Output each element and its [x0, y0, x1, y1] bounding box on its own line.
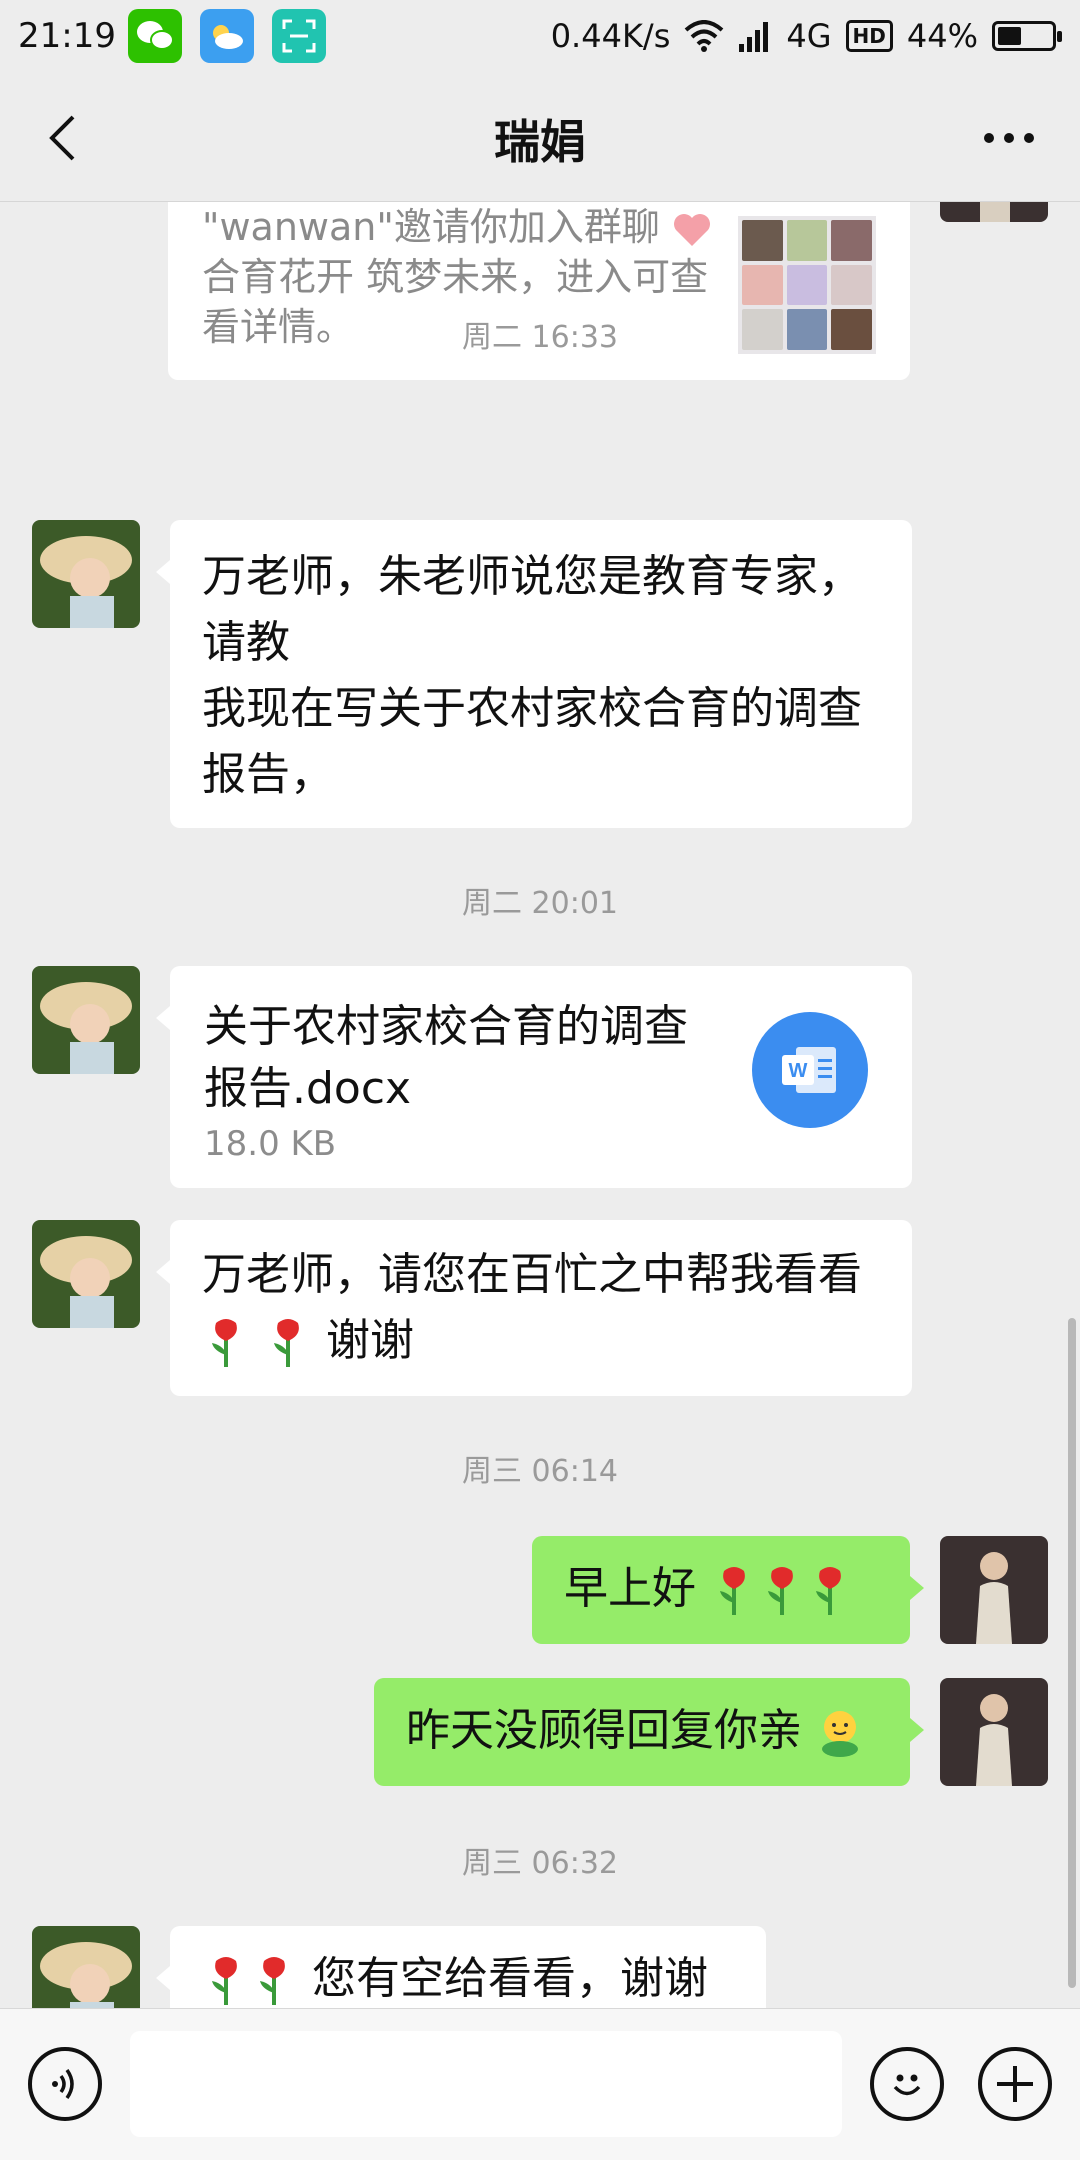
status-bar: 21:19 0.44K/s 4G HD 44%	[0, 0, 1080, 72]
message-text-line: 请教	[202, 617, 290, 668]
file-name-line: 关于农村家校合育的调查	[204, 1001, 688, 1052]
message-text: 昨天没顾得回复你亲	[406, 1705, 802, 1756]
wifi-icon	[685, 20, 724, 52]
voice-button[interactable]	[28, 2047, 102, 2121]
chat-header: 瑞娟	[0, 72, 1080, 202]
message-text-line: 报告，	[202, 749, 334, 800]
file-name: 关于农村家校合育的调查 报告.docx	[204, 996, 764, 1120]
message-text-line: 我现在写关于农村家校合育的调查	[202, 683, 862, 734]
plus-button[interactable]	[978, 2047, 1052, 2121]
message-bubble[interactable]: 您有空给看看，谢谢	[156, 1926, 766, 2008]
message-input[interactable]	[130, 2031, 842, 2137]
my-avatar[interactable]	[940, 202, 1048, 222]
rose-emoji-icon	[212, 1957, 237, 2005]
word-doc-icon: W	[752, 1012, 868, 1128]
message-timestamp: 周二 20:01	[462, 886, 618, 921]
message-timestamp: 周三 06:14	[462, 1454, 618, 1489]
message-text-line: 万老师，朱老师说您是教育专家，	[202, 551, 862, 602]
wechat-notification-icon	[127, 9, 182, 63]
file-name-line: 报告.docx	[204, 1063, 412, 1114]
voice-icon	[52, 2068, 74, 2100]
rose-emoji-icon	[274, 1319, 299, 1367]
chat-title: 瑞娟	[494, 115, 586, 169]
rose-emoji-icon	[260, 1957, 285, 2005]
my-message-bubble[interactable]: 昨天没顾得回复你亲	[374, 1678, 924, 1786]
invite-line: 合育花开 筑梦未来，进入可查	[202, 255, 709, 299]
status-time: 21:19	[18, 16, 116, 56]
input-bar	[0, 2008, 1080, 2160]
emoji-icon	[893, 2074, 921, 2096]
hug-emoji-icon	[822, 1711, 858, 1757]
invite-line: "wanwan"邀请你加入群聊	[202, 202, 712, 252]
network-speed: 0.44K/s	[550, 17, 671, 55]
contact-avatar[interactable]	[32, 1926, 140, 2008]
weather-notification-icon	[199, 9, 254, 63]
file-message-bubble[interactable]: 关于农村家校合育的调查 报告.docx 18.0 KB W	[156, 966, 912, 1188]
rose-emoji-icon	[720, 1567, 745, 1615]
rose-emoji-icon	[212, 1319, 237, 1367]
message-text: 您有空给看看，谢谢	[312, 1953, 708, 2004]
network-type: 4G	[786, 17, 832, 55]
contact-avatar[interactable]	[32, 1220, 140, 1328]
hd-badge: HD	[845, 20, 893, 52]
svg-text:W: W	[789, 1060, 808, 1082]
message-text-line: 谢谢	[202, 1308, 880, 1374]
file-size: 18.0 KB	[204, 1124, 337, 1164]
contact-avatar[interactable]	[32, 520, 140, 628]
heart-icon	[673, 213, 710, 246]
message-text: 早上好	[564, 1563, 696, 1614]
message-timestamp: 周二 16:33	[462, 320, 618, 355]
battery-icon	[992, 21, 1062, 51]
my-avatar[interactable]	[940, 1536, 1048, 1644]
my-avatar[interactable]	[940, 1678, 1048, 1786]
message-text: 谢谢	[326, 1315, 414, 1366]
signal-icon	[739, 22, 769, 52]
more-icon	[984, 133, 1034, 143]
battery-percent: 44%	[906, 17, 978, 55]
scan-notification-icon	[271, 9, 326, 63]
plus-icon	[997, 2066, 1033, 2102]
message-text-line: 万老师，请您在百忙之中帮我看看	[202, 1249, 862, 1300]
more-button[interactable]	[974, 110, 1044, 166]
chat-scrollbar[interactable]	[1068, 1318, 1076, 1988]
rose-emoji-icon	[768, 1567, 793, 1615]
emoji-button[interactable]	[870, 2047, 944, 2121]
message-list[interactable]: "wanwan"邀请你加入群聊 合育花开 筑梦未来，进入可查 看详情。 周二 1…	[0, 202, 1080, 2008]
message-bubble[interactable]: 万老师，请您在百忙之中帮我看看 谢谢	[156, 1220, 912, 1396]
my-message-bubble[interactable]: 早上好	[532, 1536, 924, 1644]
contact-avatar[interactable]	[32, 966, 140, 1074]
message-timestamp: 周三 06:32	[462, 1846, 618, 1881]
rose-emoji-icon	[816, 1567, 841, 1615]
message-bubble[interactable]: 万老师，朱老师说您是教育专家， 请教 我现在写关于农村家校合育的调查 报告，	[156, 520, 912, 828]
